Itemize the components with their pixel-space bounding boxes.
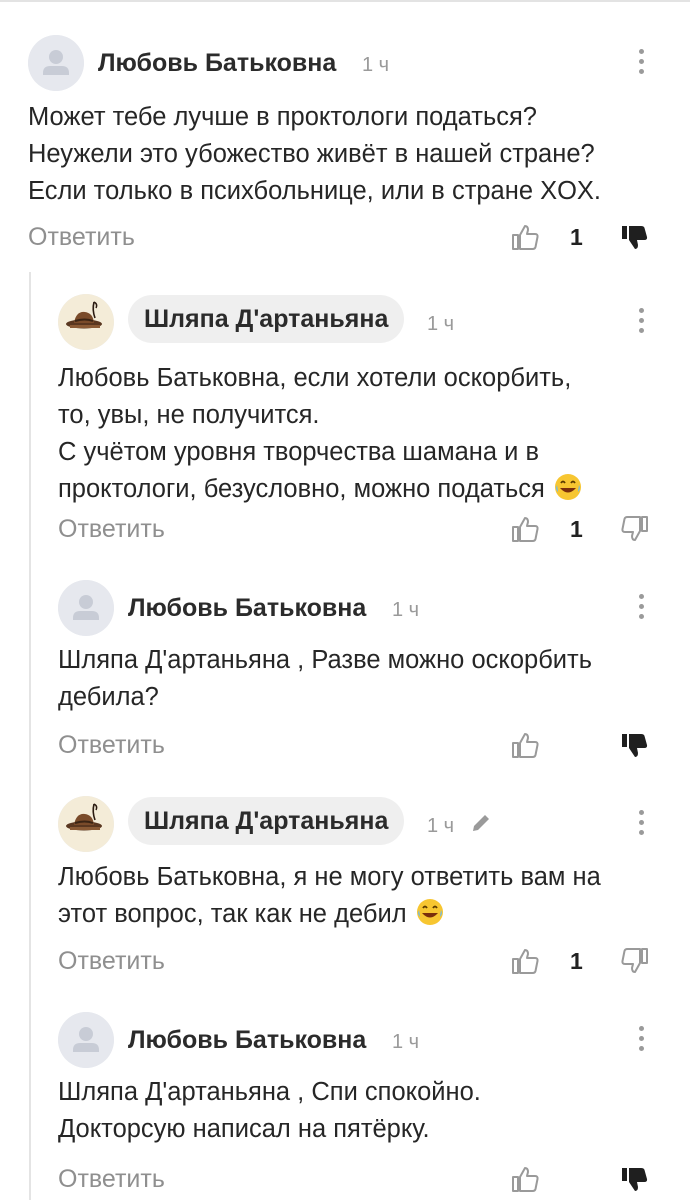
dislike-icon[interactable] [620, 222, 650, 252]
rolling-laughing-emoji [416, 898, 444, 926]
comment-text: Любовь Батьковна, если хотели оскорбить,… [58, 360, 662, 508]
comment-text: Любовь Батьковна, я не могу ответить вам… [58, 863, 601, 928]
hat-logo-icon[interactable] [58, 294, 114, 350]
comment-time: 1 ч [392, 599, 420, 621]
like-icon[interactable] [510, 946, 540, 976]
like-count: 1 [570, 516, 583, 542]
author-name[interactable]: Любовь Батьковна [98, 49, 336, 78]
comment-header: Шляпа Д'артаньяна 1 ч [0, 294, 690, 350]
more-options-icon[interactable] [637, 1026, 645, 1054]
reply-button[interactable]: Ответить [58, 731, 165, 760]
like-count: 1 [570, 224, 583, 250]
like-icon[interactable] [510, 514, 540, 544]
comment-text: Шляпа Д'артаньяна , Разве можно оскорбит… [58, 646, 593, 711]
comment-time: 1 ч [427, 815, 455, 837]
more-options-icon[interactable] [637, 594, 645, 622]
more-options-icon[interactable] [637, 810, 645, 838]
like-icon[interactable] [510, 730, 540, 760]
comment-actions: Ответить [0, 1160, 690, 1200]
comment-text: Шляпа Д'артаньяна , Спи спокойно. Доктор… [58, 1078, 481, 1143]
like-icon[interactable] [510, 222, 540, 252]
comment-header: Любовь Батьковна 1 ч [0, 1012, 690, 1068]
comment-text: Может тебе лучше в проктологи податься? … [28, 103, 602, 205]
author-name[interactable]: Шляпа Д'артаньяна [128, 295, 405, 343]
top-divider [0, 0, 690, 2]
dislike-icon[interactable] [620, 1164, 650, 1194]
pencil-icon [470, 812, 492, 834]
reply-button[interactable]: Ответить [58, 515, 165, 544]
dislike-icon[interactable] [620, 730, 650, 760]
comment-header: Шляпа Д'артаньяна 1 ч [0, 796, 690, 852]
more-options-icon[interactable] [637, 308, 645, 336]
comment-actions: Ответить 1 [0, 510, 690, 550]
author-name[interactable]: Любовь Батьковна [128, 1026, 366, 1055]
author-name[interactable]: Шляпа Д'артаньяна [128, 797, 405, 845]
comment-time: 1 ч [427, 313, 455, 335]
dislike-icon[interactable] [620, 514, 650, 544]
like-count: 1 [570, 948, 583, 974]
reply-button[interactable]: Ответить [58, 1165, 165, 1194]
comment-header: Любовь Батьковна 1 ч [0, 35, 690, 91]
author-name[interactable]: Любовь Батьковна [128, 594, 366, 623]
comment-time: 1 ч [392, 1031, 420, 1053]
comment-header: Любовь Батьковна 1 ч [0, 580, 690, 636]
rolling-laughing-emoji [554, 473, 582, 501]
person-placeholder-icon[interactable] [58, 1012, 114, 1068]
comment-time: 1 ч [362, 54, 390, 76]
hat-logo-icon[interactable] [58, 796, 114, 852]
reply-button[interactable]: Ответить [28, 223, 135, 252]
like-icon[interactable] [510, 1164, 540, 1194]
dislike-icon[interactable] [620, 946, 650, 976]
more-options-icon[interactable] [637, 49, 645, 77]
person-placeholder-icon[interactable] [58, 580, 114, 636]
person-placeholder-icon[interactable] [28, 35, 84, 91]
comment-actions: Ответить [0, 726, 690, 766]
reply-button[interactable]: Ответить [58, 947, 165, 976]
comment-actions: Ответить 1 [0, 942, 690, 982]
comment-actions: Ответить 1 [0, 218, 690, 258]
